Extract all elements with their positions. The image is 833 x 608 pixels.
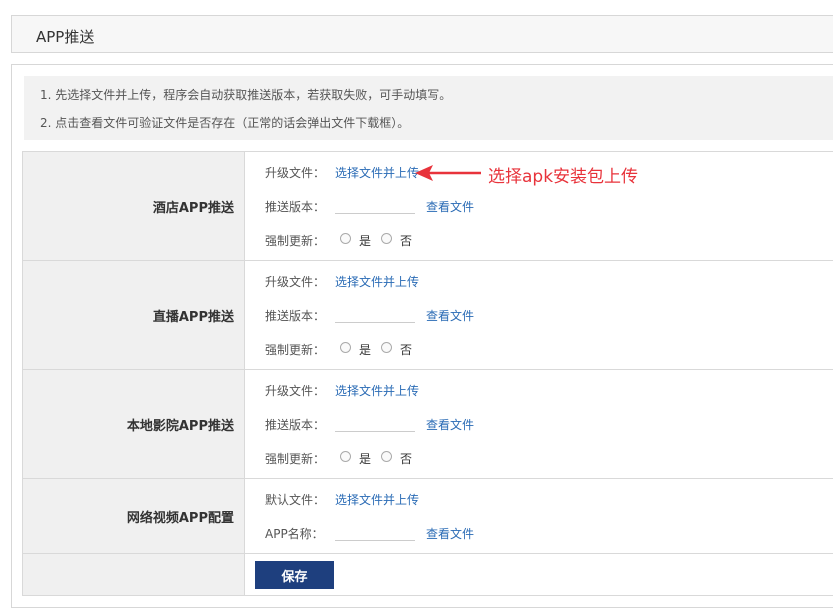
push-config-table: 酒店APP推送 升级文件： 选择文件并上传 推送版本： 查看文件 强制更新： 是… bbox=[22, 151, 833, 596]
section-label-hotel: 酒店APP推送 bbox=[22, 151, 245, 261]
section-live: 直播APP推送 升级文件： 选择文件并上传 推送版本： 查看文件 强制更新： 是… bbox=[22, 260, 833, 370]
force-update-yes-label: 是 bbox=[359, 452, 372, 466]
force-update-no-radio[interactable] bbox=[381, 451, 392, 462]
push-version-input[interactable] bbox=[335, 305, 415, 323]
upload-file-link[interactable]: 选择文件并上传 bbox=[335, 491, 419, 508]
force-update-yes-radio[interactable] bbox=[340, 451, 351, 462]
push-version-label: 推送版本： bbox=[265, 200, 326, 214]
page-title: APP推送 bbox=[36, 28, 95, 46]
force-update-yes-label: 是 bbox=[359, 343, 372, 357]
force-update-no-label: 否 bbox=[400, 234, 413, 248]
upgrade-file-label: 升级文件： bbox=[265, 275, 326, 289]
save-row: 保存 bbox=[22, 553, 833, 596]
upgrade-file-label: 升级文件： bbox=[265, 166, 326, 180]
force-update-yes-radio[interactable] bbox=[340, 342, 351, 353]
push-version-label: 推送版本： bbox=[265, 418, 326, 432]
save-button[interactable]: 保存 bbox=[255, 561, 334, 589]
save-row-label-cell bbox=[22, 553, 245, 596]
app-name-label: APP名称： bbox=[265, 527, 324, 541]
section-content-video: 默认文件： 选择文件并上传 APP名称： 查看文件 bbox=[244, 478, 833, 554]
upload-file-link[interactable]: 选择文件并上传 bbox=[335, 382, 419, 399]
force-update-label: 强制更新： bbox=[265, 452, 326, 466]
instruction-line-1: 1. 先选择文件并上传，程序会自动获取推送版本，若获取失败，可手动填写。 bbox=[40, 88, 452, 102]
force-update-no-radio[interactable] bbox=[381, 233, 392, 244]
force-update-yes-label: 是 bbox=[359, 234, 372, 248]
section-label-live: 直播APP推送 bbox=[22, 260, 245, 370]
section-content-live: 升级文件： 选择文件并上传 推送版本： 查看文件 强制更新： 是 否 bbox=[244, 260, 833, 370]
push-version-input[interactable] bbox=[335, 414, 415, 432]
default-file-label: 默认文件： bbox=[265, 493, 326, 507]
view-file-link[interactable]: 查看文件 bbox=[426, 525, 474, 542]
force-update-label: 强制更新： bbox=[265, 343, 326, 357]
save-row-content: 保存 bbox=[244, 553, 833, 596]
upload-annotation: 选择apk安装包上传 bbox=[488, 167, 639, 187]
push-version-input[interactable] bbox=[335, 196, 415, 214]
section-label-cinema: 本地影院APP推送 bbox=[22, 369, 245, 479]
force-update-yes-radio[interactable] bbox=[340, 233, 351, 244]
arrow-left-icon bbox=[415, 165, 481, 181]
upload-file-link[interactable]: 选择文件并上传 bbox=[335, 273, 419, 290]
section-label-video: 网络视频APP配置 bbox=[22, 478, 245, 554]
view-file-link[interactable]: 查看文件 bbox=[426, 307, 474, 324]
app-name-input[interactable] bbox=[335, 523, 415, 541]
force-update-no-label: 否 bbox=[400, 452, 413, 466]
force-update-no-label: 否 bbox=[400, 343, 413, 357]
instruction-line-2: 2. 点击查看文件可验证文件是否存在（正常的话会弹出文件下载框）。 bbox=[40, 116, 410, 130]
instructions-box: 1. 先选择文件并上传，程序会自动获取推送版本，若获取失败，可手动填写。 2. … bbox=[24, 76, 833, 140]
force-update-label: 强制更新： bbox=[265, 234, 326, 248]
section-cinema: 本地影院APP推送 升级文件： 选择文件并上传 推送版本： 查看文件 强制更新：… bbox=[22, 369, 833, 479]
view-file-link[interactable]: 查看文件 bbox=[426, 416, 474, 433]
view-file-link[interactable]: 查看文件 bbox=[426, 198, 474, 215]
section-video: 网络视频APP配置 默认文件： 选择文件并上传 APP名称： 查看文件 bbox=[22, 478, 833, 554]
upgrade-file-label: 升级文件： bbox=[265, 384, 326, 398]
push-version-label: 推送版本： bbox=[265, 309, 326, 323]
page-header: APP推送 bbox=[11, 15, 833, 53]
section-content-cinema: 升级文件： 选择文件并上传 推送版本： 查看文件 强制更新： 是 否 bbox=[244, 369, 833, 479]
force-update-no-radio[interactable] bbox=[381, 342, 392, 353]
upload-file-link[interactable]: 选择文件并上传 bbox=[335, 164, 419, 181]
